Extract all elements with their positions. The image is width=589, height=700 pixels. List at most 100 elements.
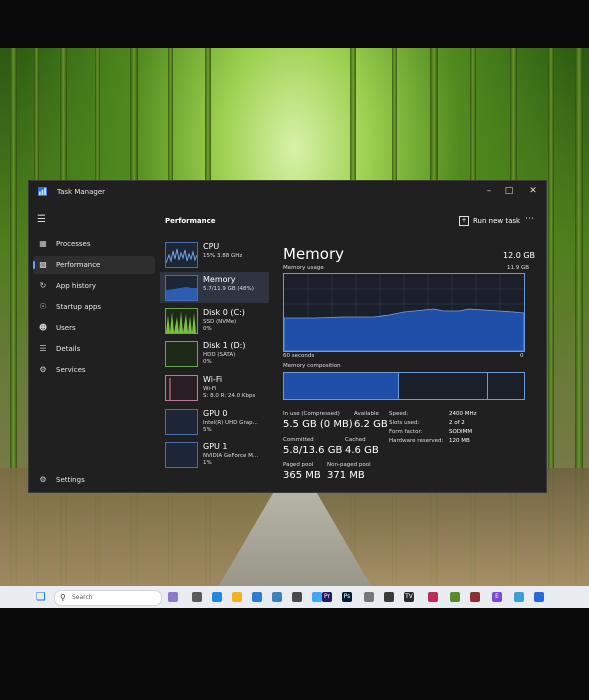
sidebar-item-users[interactable]: ☻ Users xyxy=(33,319,155,337)
resource-name: CPU xyxy=(203,242,220,251)
performance-icon: ▩ xyxy=(39,260,47,269)
sidebar-item-startup-apps[interactable]: ☉ Startup apps xyxy=(33,298,155,316)
memory-total: 12.0 GB xyxy=(503,251,536,260)
close-icon[interactable]: ✕ xyxy=(524,184,542,198)
app-icon[interactable] xyxy=(312,592,322,602)
composition-in-use xyxy=(284,373,399,399)
resource-name: Memory xyxy=(203,275,236,284)
file-explorer-icon[interactable] xyxy=(232,592,242,602)
gear-icon: ⚙ xyxy=(39,475,47,484)
store-icon[interactable] xyxy=(252,592,262,602)
minimize-icon[interactable]: – xyxy=(480,184,498,198)
stat-paged-pool: Paged pool 365 MB xyxy=(283,462,321,481)
sidebar-item-performance[interactable]: ▩ Performance xyxy=(33,256,155,274)
hamburger-menu-icon[interactable]: ☰ xyxy=(37,215,47,225)
resource-wifi[interactable]: Wi-Fi Wi-Fi S: 8.0 R: 24.0 Kbps xyxy=(160,372,269,403)
sidebar-item-app-history[interactable]: ↻ App history xyxy=(33,277,155,295)
app-icon[interactable] xyxy=(534,592,544,602)
edge-icon[interactable] xyxy=(212,592,222,602)
sidebar-item-label: Performance xyxy=(56,261,101,269)
premiere-icon[interactable]: Pr xyxy=(322,592,332,602)
composition-divider xyxy=(487,373,488,399)
gpu0-thumbnail-graph xyxy=(165,409,198,435)
notepad-icon[interactable] xyxy=(364,592,374,602)
resource-gpu-0[interactable]: GPU 0 Intel(R) UHD Grap... 5% xyxy=(160,406,269,437)
maximize-icon[interactable]: □ xyxy=(500,184,518,198)
resource-cpu[interactable]: CPU 15% 3.88 GHz xyxy=(160,239,269,270)
processes-icon: ▦ xyxy=(39,239,47,248)
spec-slots-used: Slots used: 2 of 2 xyxy=(389,420,465,426)
sidebar-item-label: Details xyxy=(56,345,81,353)
app-icon[interactable] xyxy=(384,592,394,602)
resource-sub: 5.7/11.9 GB (48%) xyxy=(203,286,254,292)
sidebar-item-details[interactable]: ☰ Details xyxy=(33,340,155,358)
history-icon: ↻ xyxy=(39,281,47,290)
sidebar-item-label: Startup apps xyxy=(56,303,102,311)
wifi-thumbnail-graph xyxy=(165,375,198,401)
app-icon[interactable] xyxy=(428,592,438,602)
search-placeholder: Search xyxy=(72,594,93,601)
search-icon: ⚲ xyxy=(60,593,66,602)
sidebar: ☰ ▦ Processes ▩ Performance ↻ App histor… xyxy=(29,203,157,492)
sidebar-item-settings[interactable]: ⚙ Settings xyxy=(33,471,155,489)
run-new-task-button[interactable]: + Run new task xyxy=(459,216,520,226)
stat-available: Available 6.2 GB xyxy=(354,411,388,430)
app-icon[interactable] xyxy=(292,592,302,602)
users-icon: ☻ xyxy=(38,323,48,332)
stat-in-use: In use (Compressed) 5.5 GB (0 MB) xyxy=(283,411,353,430)
startup-icon: ☉ xyxy=(39,302,47,311)
memory-usage-max: 11.9 GB xyxy=(507,265,530,271)
chrome-icon[interactable] xyxy=(272,592,282,602)
resource-sub: NVIDIA GeForce M... 1% xyxy=(203,453,259,466)
memory-usage-area xyxy=(284,308,524,351)
resource-name: GPU 0 xyxy=(203,409,228,418)
gpu1-thumbnail-graph xyxy=(165,442,198,468)
resource-disk-1[interactable]: Disk 1 (D:) HDD (SATA) 0% xyxy=(160,338,269,369)
memory-thumbnail-graph xyxy=(165,275,198,301)
spec-speed: Speed: 2400 MHz xyxy=(389,411,477,417)
resource-memory[interactable]: Memory 5.7/11.9 GB (48%) xyxy=(160,272,269,303)
memory-usage-graph xyxy=(283,273,525,352)
title-bar[interactable]: Task Manager – □ ✕ xyxy=(29,181,546,203)
stat-committed: Committed 5.8/13.6 GB xyxy=(283,437,343,456)
memory-composition-label: Memory composition xyxy=(283,363,341,369)
disk1-thumbnail-graph xyxy=(165,341,198,367)
disk0-thumbnail-graph xyxy=(165,308,198,334)
spec-form-factor: Form factor: SODIMM xyxy=(389,429,473,435)
resource-sub: 15% 3.88 GHz xyxy=(203,253,243,259)
app-icon[interactable]: TV xyxy=(404,592,414,602)
sidebar-item-label: App history xyxy=(56,282,96,290)
resource-sub: SSD (NVMe) 0% xyxy=(203,319,237,332)
app-icon[interactable] xyxy=(470,592,480,602)
resource-name: Wi-Fi xyxy=(203,375,223,384)
resource-gpu-1[interactable]: GPU 1 NVIDIA GeForce M... 1% xyxy=(160,439,269,470)
memory-composition-bar xyxy=(283,372,525,400)
sidebar-item-label: Processes xyxy=(56,240,91,248)
copilot-icon[interactable] xyxy=(168,592,178,602)
window-title: Task Manager xyxy=(57,188,106,196)
graph-axis-left: 60 seconds xyxy=(283,353,315,359)
sidebar-item-label: Services xyxy=(56,366,86,374)
cpu-thumbnail-graph xyxy=(165,242,198,268)
app-icon[interactable] xyxy=(514,592,524,602)
run-new-task-label: Run new task xyxy=(473,217,521,225)
detail-title: Memory xyxy=(283,245,345,263)
sidebar-item-label: Settings xyxy=(56,476,85,484)
more-options-icon[interactable]: ⋯ xyxy=(525,214,534,224)
services-icon: ⚙ xyxy=(39,365,47,374)
sidebar-item-label: Users xyxy=(56,324,76,332)
photoshop-icon[interactable]: Ps xyxy=(342,592,352,602)
sidebar-item-processes[interactable]: ▦ Processes xyxy=(33,235,155,253)
windows-start-icon[interactable]: ❏ xyxy=(36,591,47,602)
resource-name: GPU 1 xyxy=(203,442,228,451)
details-icon: ☰ xyxy=(39,344,47,353)
task-manager-window: Task Manager – □ ✕ ☰ ▦ Processes ▩ Perfo… xyxy=(28,180,547,493)
resource-disk-0[interactable]: Disk 0 (C:) SSD (NVMe) 0% xyxy=(160,305,269,336)
page-title: Performance xyxy=(165,217,216,225)
task-view-icon[interactable] xyxy=(192,592,202,602)
sidebar-item-services[interactable]: ⚙ Services xyxy=(33,361,155,379)
app-icon[interactable] xyxy=(450,592,460,602)
app-icon[interactable]: E xyxy=(492,592,502,602)
taskbar-search[interactable]: ⚲ Search xyxy=(54,590,162,606)
graph-axis-right: 0 xyxy=(520,353,524,359)
